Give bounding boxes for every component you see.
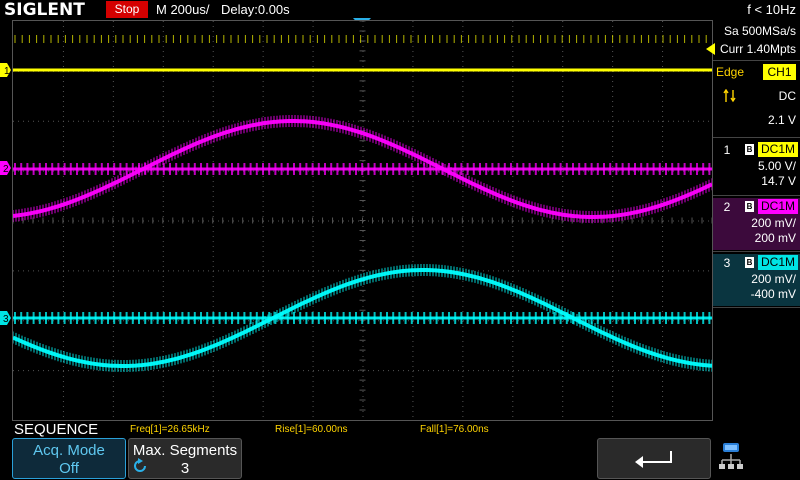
ch2-settings[interactable]: 2 B DC1M 200 mV/ 200 mV <box>713 198 800 250</box>
mode-label: SEQUENCE <box>14 421 99 438</box>
ch3-scale: 200 mV/ <box>751 272 796 286</box>
ch2-marker-label: 2 <box>3 164 9 175</box>
ch1-pulse-ticks <box>14 35 707 43</box>
network-icon <box>719 443 743 469</box>
ch2-scale: 200 mV/ <box>751 216 796 230</box>
acq-mode-softkey[interactable]: Acq. Mode Off <box>12 438 126 479</box>
trigger-level-arrow-icon <box>706 43 715 55</box>
max-segments-value: 3 <box>180 460 190 477</box>
frequency-counter: f < 10Hz <box>747 2 796 17</box>
ch3-marker-label: 3 <box>3 314 9 325</box>
bandwidth-limit-icon: B <box>745 144 754 155</box>
top-status-bar: SIGLENT Stop M 200us/ Delay:0.00s f < 10… <box>0 0 800 28</box>
delay-readout[interactable]: Delay:0.00s <box>221 2 290 18</box>
ch1-marker-label: 1 <box>4 66 10 77</box>
ch3-coupling: DC1M <box>758 255 798 270</box>
waveform-canvas <box>13 21 712 417</box>
ch1-marker-icon[interactable]: 1 <box>0 63 12 77</box>
acq-mode-value: Off <box>59 460 79 477</box>
return-softkey[interactable] <box>597 438 711 479</box>
ch2-coupling: DC1M <box>758 199 798 214</box>
max-segments-title: Max. Segments <box>132 442 238 459</box>
ch1-settings[interactable]: 1 B DC1M 5.00 V/ 14.7 V <box>713 141 800 193</box>
right-info-panel: Sa 500MSa/s Curr 1.40Mpts Edge CH1 DC 2.… <box>706 20 800 421</box>
trigger-source: CH1 <box>763 64 796 80</box>
bandwidth-limit-icon: B <box>745 257 754 268</box>
ch2-offset: 200 mV <box>754 231 796 245</box>
ch2-number: 2 <box>723 200 731 214</box>
ch3-settings[interactable]: 3 B DC1M 200 mV/ -400 mV <box>713 254 800 306</box>
ch3-marker-icon[interactable]: 3 <box>0 311 12 325</box>
measurement-rise: Rise[1]=60.00ns <box>275 424 348 435</box>
trigger-coupling: DC <box>778 89 796 103</box>
measurement-bar: SEQUENCE Freq[1]=26.65kHz Rise[1]=60.00n… <box>0 421 713 438</box>
bandwidth-limit-icon: B <box>745 201 754 212</box>
measurement-fall: Fall[1]=76.00ns <box>420 424 489 435</box>
ch3-number: 3 <box>723 256 731 270</box>
waveform-display[interactable] <box>12 20 713 421</box>
run-stop-status[interactable]: Stop <box>106 1 148 18</box>
timebase-readout[interactable]: M 200us/ <box>156 2 209 18</box>
max-segments-softkey[interactable]: Max. Segments 3 <box>128 438 242 479</box>
measurement-freq: Freq[1]=26.65kHz <box>130 424 210 435</box>
acq-mode-title: Acq. Mode <box>33 442 105 459</box>
brand-logo: SIGLENT <box>4 0 85 20</box>
ch1-scale: 5.00 V/ <box>757 159 796 173</box>
return-arrow-icon <box>635 451 672 468</box>
slope-both-icon <box>723 89 736 103</box>
ch2-marker-icon[interactable]: 2 <box>0 161 12 175</box>
ch1-offset: 14.7 V <box>761 174 796 188</box>
ch3-offset: -400 mV <box>750 287 796 301</box>
ch1-number: 1 <box>723 143 731 157</box>
ch1-coupling: DC1M <box>758 142 798 157</box>
